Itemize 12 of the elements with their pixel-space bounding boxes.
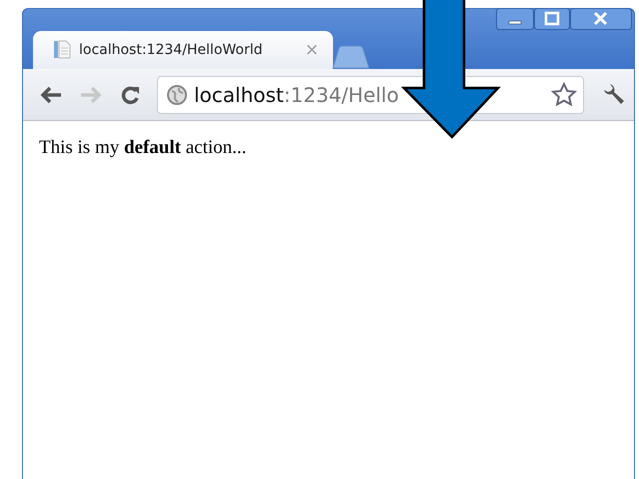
- back-icon[interactable]: [39, 84, 63, 104]
- minimize-button[interactable]: [496, 8, 534, 30]
- page-icon: [53, 40, 71, 60]
- close-window-button[interactable]: [570, 8, 632, 30]
- page-text: This is my default action...: [39, 137, 248, 159]
- new-tab-button[interactable]: [331, 45, 371, 69]
- maximize-button[interactable]: [534, 8, 570, 30]
- browser-tab[interactable]: localhost:1234/HelloWorld ×: [33, 31, 333, 69]
- url-text: localhost:1234/Hello: [194, 82, 400, 106]
- star-icon[interactable]: [551, 82, 577, 108]
- reload-icon[interactable]: [119, 84, 141, 106]
- globe-icon: [166, 84, 188, 106]
